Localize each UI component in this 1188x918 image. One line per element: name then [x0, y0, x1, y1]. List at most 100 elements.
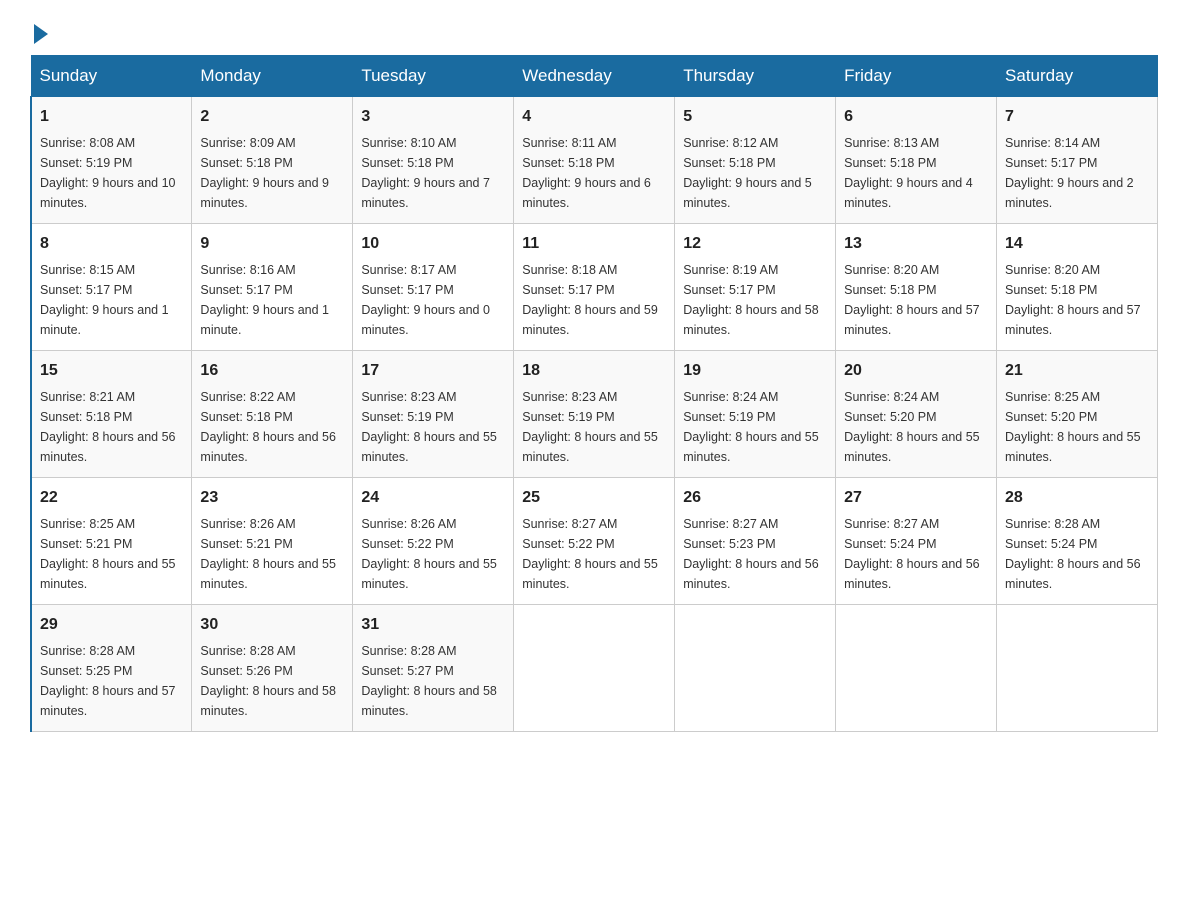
calendar-week-row: 29 Sunrise: 8:28 AMSunset: 5:25 PMDayligh…	[31, 605, 1158, 732]
calendar-day-cell: 19Sunrise: 8:24 AMSunset: 5:19 PMDayligh…	[675, 351, 836, 478]
day-number: 8	[40, 232, 183, 256]
day-number: 22	[40, 486, 183, 510]
calendar-day-cell: 5 Sunrise: 8:12 AMSunset: 5:18 PMDaylight…	[675, 97, 836, 224]
day-info: Sunrise: 8:28 AMSunset: 5:26 PMDaylight:…	[200, 644, 336, 718]
day-number: 9	[200, 232, 344, 256]
day-number: 20	[844, 359, 988, 383]
day-info: Sunrise: 8:19 AMSunset: 5:17 PMDaylight:…	[683, 263, 819, 337]
calendar-day-cell: 6 Sunrise: 8:13 AMSunset: 5:18 PMDaylight…	[836, 97, 997, 224]
calendar-day-cell: 2Sunrise: 8:09 AMSunset: 5:18 PMDaylight…	[192, 97, 353, 224]
calendar-day-cell: 27 Sunrise: 8:27 AMSunset: 5:24 PMDayligh…	[836, 478, 997, 605]
day-info: Sunrise: 8:10 AMSunset: 5:18 PMDaylight:…	[361, 136, 490, 210]
day-number: 18	[522, 359, 666, 383]
day-info: Sunrise: 8:23 AMSunset: 5:19 PMDaylight:…	[361, 390, 497, 464]
day-number: 15	[40, 359, 183, 383]
day-number: 25	[522, 486, 666, 510]
calendar-day-cell: 21 Sunrise: 8:25 AMSunset: 5:20 PMDayligh…	[997, 351, 1158, 478]
calendar-day-cell: 7Sunrise: 8:14 AMSunset: 5:17 PMDaylight…	[997, 97, 1158, 224]
column-header-saturday: Saturday	[997, 56, 1158, 97]
calendar-header-row: SundayMondayTuesdayWednesdayThursdayFrid…	[31, 56, 1158, 97]
calendar-day-cell	[836, 605, 997, 732]
day-number: 17	[361, 359, 505, 383]
day-info: Sunrise: 8:26 AMSunset: 5:22 PMDaylight:…	[361, 517, 497, 591]
day-number: 10	[361, 232, 505, 256]
day-number: 5	[683, 105, 827, 129]
day-info: Sunrise: 8:14 AMSunset: 5:17 PMDaylight:…	[1005, 136, 1134, 210]
day-number: 12	[683, 232, 827, 256]
calendar-week-row: 22Sunrise: 8:25 AMSunset: 5:21 PMDayligh…	[31, 478, 1158, 605]
day-number: 14	[1005, 232, 1149, 256]
calendar-day-cell: 18 Sunrise: 8:23 AMSunset: 5:19 PMDayligh…	[514, 351, 675, 478]
day-info: Sunrise: 8:21 AMSunset: 5:18 PMDaylight:…	[40, 390, 176, 464]
calendar-day-cell	[514, 605, 675, 732]
day-info: Sunrise: 8:23 AMSunset: 5:19 PMDaylight:…	[522, 390, 658, 464]
logo-arrow-icon	[34, 24, 48, 44]
calendar-day-cell: 12 Sunrise: 8:19 AMSunset: 5:17 PMDayligh…	[675, 224, 836, 351]
day-number: 4	[522, 105, 666, 129]
day-number: 27	[844, 486, 988, 510]
day-number: 2	[200, 105, 344, 129]
calendar-day-cell: 3 Sunrise: 8:10 AMSunset: 5:18 PMDaylight…	[353, 97, 514, 224]
day-number: 31	[361, 613, 505, 637]
column-header-sunday: Sunday	[31, 56, 192, 97]
calendar-day-cell: 22Sunrise: 8:25 AMSunset: 5:21 PMDayligh…	[31, 478, 192, 605]
day-number: 6	[844, 105, 988, 129]
page-header	[30, 20, 1158, 40]
day-number: 13	[844, 232, 988, 256]
calendar-day-cell: 14 Sunrise: 8:20 AMSunset: 5:18 PMDayligh…	[997, 224, 1158, 351]
calendar-day-cell: 11Sunrise: 8:18 AMSunset: 5:17 PMDayligh…	[514, 224, 675, 351]
day-info: Sunrise: 8:12 AMSunset: 5:18 PMDaylight:…	[683, 136, 812, 210]
calendar-day-cell: 4 Sunrise: 8:11 AMSunset: 5:18 PMDaylight…	[514, 97, 675, 224]
day-info: Sunrise: 8:28 AMSunset: 5:25 PMDaylight:…	[40, 644, 176, 718]
calendar-week-row: 8Sunrise: 8:15 AMSunset: 5:17 PMDaylight…	[31, 224, 1158, 351]
calendar-week-row: 1Sunrise: 8:08 AMSunset: 5:19 PMDaylight…	[31, 97, 1158, 224]
day-info: Sunrise: 8:13 AMSunset: 5:18 PMDaylight:…	[844, 136, 973, 210]
day-number: 21	[1005, 359, 1149, 383]
day-info: Sunrise: 8:24 AMSunset: 5:19 PMDaylight:…	[683, 390, 819, 464]
day-info: Sunrise: 8:20 AMSunset: 5:18 PMDaylight:…	[844, 263, 980, 337]
column-header-monday: Monday	[192, 56, 353, 97]
calendar-day-cell: 31 Sunrise: 8:28 AMSunset: 5:27 PMDayligh…	[353, 605, 514, 732]
calendar-day-cell	[675, 605, 836, 732]
day-number: 3	[361, 105, 505, 129]
day-info: Sunrise: 8:18 AMSunset: 5:17 PMDaylight:…	[522, 263, 658, 337]
day-number: 23	[200, 486, 344, 510]
calendar-day-cell: 8Sunrise: 8:15 AMSunset: 5:17 PMDaylight…	[31, 224, 192, 351]
day-info: Sunrise: 8:11 AMSunset: 5:18 PMDaylight:…	[522, 136, 651, 210]
calendar-day-cell: 30 Sunrise: 8:28 AMSunset: 5:26 PMDayligh…	[192, 605, 353, 732]
day-info: Sunrise: 8:17 AMSunset: 5:17 PMDaylight:…	[361, 263, 490, 337]
day-info: Sunrise: 8:28 AMSunset: 5:27 PMDaylight:…	[361, 644, 497, 718]
calendar-day-cell: 29 Sunrise: 8:28 AMSunset: 5:25 PMDayligh…	[31, 605, 192, 732]
day-info: Sunrise: 8:16 AMSunset: 5:17 PMDaylight:…	[200, 263, 329, 337]
column-header-tuesday: Tuesday	[353, 56, 514, 97]
calendar-day-cell: 1Sunrise: 8:08 AMSunset: 5:19 PMDaylight…	[31, 97, 192, 224]
day-info: Sunrise: 8:26 AMSunset: 5:21 PMDaylight:…	[200, 517, 336, 591]
day-info: Sunrise: 8:22 AMSunset: 5:18 PMDaylight:…	[200, 390, 336, 464]
column-header-thursday: Thursday	[675, 56, 836, 97]
day-info: Sunrise: 8:27 AMSunset: 5:24 PMDaylight:…	[844, 517, 980, 591]
day-info: Sunrise: 8:25 AMSunset: 5:20 PMDaylight:…	[1005, 390, 1141, 464]
calendar-day-cell: 25 Sunrise: 8:27 AMSunset: 5:22 PMDayligh…	[514, 478, 675, 605]
day-number: 29	[40, 613, 183, 637]
day-info: Sunrise: 8:27 AMSunset: 5:23 PMDaylight:…	[683, 517, 819, 591]
calendar-day-cell: 17 Sunrise: 8:23 AMSunset: 5:19 PMDayligh…	[353, 351, 514, 478]
day-number: 26	[683, 486, 827, 510]
calendar-table: SundayMondayTuesdayWednesdayThursdayFrid…	[30, 55, 1158, 732]
day-info: Sunrise: 8:08 AMSunset: 5:19 PMDaylight:…	[40, 136, 176, 210]
calendar-day-cell: 26 Sunrise: 8:27 AMSunset: 5:23 PMDayligh…	[675, 478, 836, 605]
calendar-day-cell: 23 Sunrise: 8:26 AMSunset: 5:21 PMDayligh…	[192, 478, 353, 605]
calendar-day-cell: 10 Sunrise: 8:17 AMSunset: 5:17 PMDayligh…	[353, 224, 514, 351]
day-info: Sunrise: 8:20 AMSunset: 5:18 PMDaylight:…	[1005, 263, 1141, 337]
day-info: Sunrise: 8:27 AMSunset: 5:22 PMDaylight:…	[522, 517, 658, 591]
day-info: Sunrise: 8:24 AMSunset: 5:20 PMDaylight:…	[844, 390, 980, 464]
day-number: 24	[361, 486, 505, 510]
calendar-day-cell: 20 Sunrise: 8:24 AMSunset: 5:20 PMDayligh…	[836, 351, 997, 478]
column-header-wednesday: Wednesday	[514, 56, 675, 97]
calendar-day-cell: 28Sunrise: 8:28 AMSunset: 5:24 PMDayligh…	[997, 478, 1158, 605]
calendar-day-cell: 16Sunrise: 8:22 AMSunset: 5:18 PMDayligh…	[192, 351, 353, 478]
day-number: 30	[200, 613, 344, 637]
calendar-day-cell: 24 Sunrise: 8:26 AMSunset: 5:22 PMDayligh…	[353, 478, 514, 605]
calendar-day-cell	[997, 605, 1158, 732]
column-header-friday: Friday	[836, 56, 997, 97]
calendar-day-cell: 9 Sunrise: 8:16 AMSunset: 5:17 PMDaylight…	[192, 224, 353, 351]
